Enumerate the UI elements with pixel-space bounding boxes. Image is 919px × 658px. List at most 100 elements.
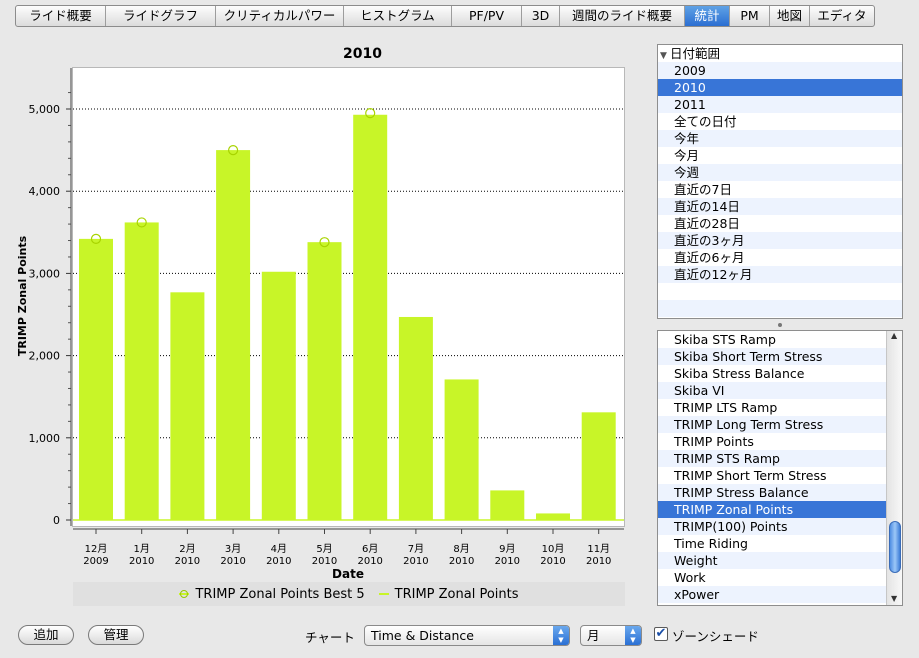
- legend-label-zonal: TRIMP Zonal Points: [394, 586, 519, 602]
- date-range-item[interactable]: 2009: [658, 62, 902, 79]
- metric-item[interactable]: TRIMP Zonal Points: [658, 501, 886, 518]
- bar: [216, 150, 251, 520]
- period-select[interactable]: 月 ▲ ▼: [580, 625, 642, 646]
- period-select-stepper-icon: ▲ ▼: [625, 626, 641, 645]
- bar: [261, 271, 296, 520]
- date-range-item[interactable]: 直近の14日: [658, 198, 902, 215]
- x-axis-label: Date: [332, 567, 364, 581]
- legend-label-best5: TRIMP Zonal Points Best 5: [195, 586, 365, 602]
- bar: [79, 238, 113, 520]
- date-range-item[interactable]: 直近の28日: [658, 215, 902, 232]
- x-tick-label-year: 2009: [83, 556, 108, 567]
- bar: [444, 379, 479, 520]
- metric-item[interactable]: Skiba STS Ramp: [658, 331, 886, 348]
- chart-select-stepper-icon: ▲ ▼: [553, 626, 569, 645]
- chart-select[interactable]: Time & Distance ▲ ▼: [364, 625, 570, 646]
- x-tick-label-month: 7月: [408, 543, 424, 555]
- y-axis-label: TRIMP Zonal Points: [16, 235, 29, 356]
- x-tick-label-year: 2010: [540, 556, 565, 567]
- metric-item[interactable]: TRIMP Points: [658, 433, 886, 450]
- tree-filler-row: [658, 283, 902, 300]
- add-button[interactable]: 追加: [18, 625, 74, 645]
- metric-item[interactable]: TRIMP(100) Points: [658, 518, 886, 535]
- x-tick-label-month: 8月: [453, 543, 469, 555]
- date-range-item[interactable]: 直近の12ヶ月: [658, 266, 902, 283]
- date-range-item[interactable]: 2011: [658, 96, 902, 113]
- date-range-item[interactable]: 直近の7日: [658, 181, 902, 198]
- x-tick-label-month: 3月: [225, 543, 241, 555]
- scroll-down-arrow-icon[interactable]: ▼: [891, 594, 897, 603]
- metric-item[interactable]: Work: [658, 569, 886, 586]
- splitter-grip-icon: [778, 323, 782, 327]
- x-tick-label-month: 6月: [362, 543, 378, 555]
- tree-root-label: 日付範囲: [670, 46, 721, 61]
- metric-item[interactable]: TRIMP Short Term Stress: [658, 467, 886, 484]
- date-range-item[interactable]: 2010: [658, 79, 902, 96]
- x-tick-label-year: 2010: [449, 556, 474, 567]
- metric-item[interactable]: TRIMP LTS Ramp: [658, 399, 886, 416]
- y-tick-label: 4,000: [29, 185, 61, 198]
- period-select-value: 月: [587, 628, 600, 643]
- date-range-item[interactable]: 直近の6ヶ月: [658, 249, 902, 266]
- metric-item[interactable]: Skiba Short Term Stress: [658, 348, 886, 365]
- x-tick-label-month: 10月: [542, 543, 565, 555]
- x-tick-label-month: 9月: [499, 543, 515, 555]
- tree-root-date-range[interactable]: ▼ 日付範囲: [658, 45, 902, 62]
- bar: [170, 292, 205, 520]
- chart-select-label: チャート: [305, 630, 355, 645]
- metric-item[interactable]: xPower: [658, 586, 886, 603]
- metric-item[interactable]: Time Riding: [658, 535, 886, 552]
- bar: [536, 513, 570, 520]
- y-tick-label: 2,000: [29, 350, 61, 363]
- metric-items: Skiba STS Ramp Skiba Short Term Stress Ski…: [658, 331, 886, 603]
- manage-button[interactable]: 管理: [88, 625, 144, 645]
- bar: [124, 222, 159, 520]
- date-range-item[interactable]: 全ての日付: [658, 113, 902, 130]
- x-tick-label-year: 2010: [220, 556, 245, 567]
- y-tick-label: 1,000: [29, 432, 61, 445]
- metric-item[interactable]: Weight: [658, 552, 886, 569]
- date-range-items: 2009 2010 2011 全ての日付 今年 今月 今週 直近の7日 直近の14日 直近の28日…: [658, 62, 902, 317]
- metric-item[interactable]: TRIMP Stress Balance: [658, 484, 886, 501]
- scroll-up-arrow-icon[interactable]: ▲: [891, 331, 897, 340]
- x-tick-label-year: 2010: [266, 556, 291, 567]
- metric-item[interactable]: TRIMP STS Ramp: [658, 450, 886, 467]
- legend-item-best5[interactable]: TRIMP Zonal Points Best 5: [179, 586, 365, 602]
- date-range-item[interactable]: 今週: [658, 164, 902, 181]
- date-range-item[interactable]: 直近の3ヶ月: [658, 232, 902, 249]
- x-tick-label-month: 1月: [134, 543, 150, 555]
- bar: [398, 316, 433, 520]
- x-tick-label-month: 5月: [316, 543, 332, 555]
- x-tick-label-month: 4月: [271, 543, 287, 555]
- x-tick-label-year: 2010: [495, 556, 520, 567]
- y-tick-label: 3,000: [29, 267, 61, 280]
- bar: [353, 114, 388, 520]
- pane-splitter[interactable]: [652, 320, 908, 330]
- x-tick-label-year: 2010: [403, 556, 428, 567]
- x-tick-label-month: 2月: [179, 543, 195, 555]
- metric-item[interactable]: Skiba Stress Balance: [658, 365, 886, 382]
- zone-shade-label: ゾーンシェード: [672, 629, 759, 644]
- legend-item-zonal[interactable]: TRIMP Zonal Points: [378, 586, 519, 602]
- disclosure-triangle-icon[interactable]: ▼: [660, 48, 670, 65]
- y-tick-label: 0: [53, 514, 60, 527]
- x-tick-label-month: 12月: [85, 543, 108, 555]
- zone-shade-checkbox[interactable]: ✔: [654, 627, 668, 641]
- bar: [581, 412, 616, 520]
- date-range-item[interactable]: 今年: [658, 130, 902, 147]
- legend-line-marker-icon: [378, 593, 389, 595]
- date-range-tree[interactable]: ▼ 日付範囲 2009 2010 2011 全ての日付 今年 今月 今週 直近の7日 直近の14日…: [657, 44, 903, 319]
- x-tick-label-month: 11月: [587, 543, 610, 555]
- metric-scrollbar[interactable]: ▲ ▼: [886, 331, 902, 605]
- bar: [307, 242, 342, 520]
- legend-circle-marker-icon: [179, 589, 190, 599]
- x-tick-label-year: 2010: [586, 556, 611, 567]
- date-range-item[interactable]: 今月: [658, 147, 902, 164]
- scroll-thumb[interactable]: [889, 521, 901, 573]
- chart-select-value: Time & Distance: [371, 628, 474, 643]
- metric-item[interactable]: Skiba VI: [658, 382, 886, 399]
- x-tick-label-year: 2010: [129, 556, 154, 567]
- metric-item[interactable]: TRIMP Long Term Stress: [658, 416, 886, 433]
- chart-legend: TRIMP Zonal Points Best 5 TRIMP Zonal Po…: [73, 582, 625, 606]
- metric-list[interactable]: Skiba STS Ramp Skiba Short Term Stress Ski…: [657, 330, 903, 606]
